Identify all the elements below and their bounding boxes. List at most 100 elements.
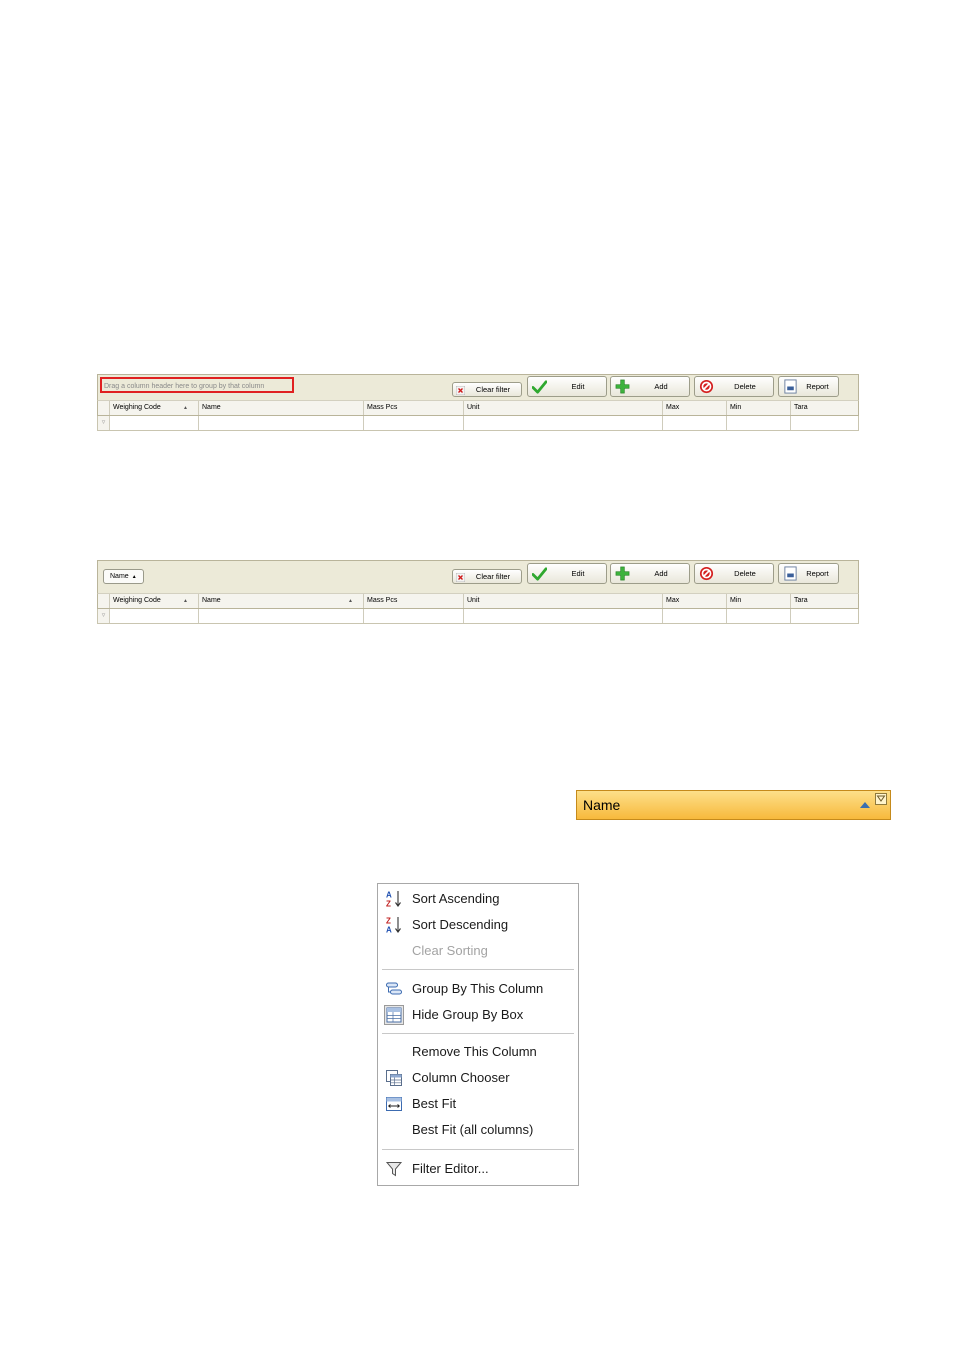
menu-item-hide-group-by-box[interactable]: Hide Group By Box	[379, 1003, 577, 1027]
row-indicator-header	[98, 401, 110, 415]
column-header-min[interactable]: Min	[727, 401, 791, 415]
column-header-label: Min	[730, 404, 742, 411]
filter-cell[interactable]	[464, 416, 663, 430]
sort-ascending-icon	[860, 802, 870, 808]
column-header-unit[interactable]: Unit	[464, 401, 663, 415]
filter-cell[interactable]	[364, 416, 464, 430]
menu-item-clear-sorting[interactable]: Clear Sorting	[379, 939, 577, 963]
menu-item-remove-column[interactable]: Remove This Column	[379, 1040, 577, 1064]
edit-button[interactable]: Edit	[527, 563, 607, 584]
column-header-label: Unit	[467, 404, 480, 411]
filter-cell[interactable]	[364, 609, 464, 623]
column-header-name-highlighted[interactable]: Name	[576, 790, 891, 820]
menu-item-label: Best Fit	[412, 1096, 457, 1111]
filter-row[interactable]: ▿	[97, 609, 859, 624]
column-chooser-icon	[386, 1070, 402, 1086]
menu-separator	[382, 969, 574, 970]
column-header-label: Tara	[794, 404, 808, 411]
grid-toolbar: Name ▲ Clear filter Edit Add Delete Repo…	[97, 560, 859, 593]
svg-text:Z: Z	[386, 900, 391, 909]
grid-panel-bottom: Name ▲ Clear filter Edit Add Delete Repo…	[97, 560, 859, 624]
clear-filter-button[interactable]: Clear filter	[452, 569, 522, 584]
filter-cell[interactable]	[727, 609, 791, 623]
menu-item-label: Filter Editor...	[412, 1161, 489, 1176]
column-header-tara[interactable]: Tara	[791, 594, 858, 608]
menu-item-sort-ascending[interactable]: A Z Sort Ascending	[379, 887, 577, 911]
group-by-chip-name[interactable]: Name ▲	[103, 569, 144, 584]
column-header-mass-pcs[interactable]: Mass Pcs	[364, 594, 464, 608]
column-header-label: Tara	[794, 597, 808, 604]
edit-button[interactable]: Edit	[527, 376, 607, 397]
svg-text:A: A	[386, 926, 392, 935]
add-button[interactable]: Add	[610, 376, 690, 397]
column-header-name[interactable]: Name ▲	[199, 594, 364, 608]
menu-separator	[382, 1149, 574, 1150]
menu-item-filter-editor[interactable]: Filter Editor...	[379, 1157, 577, 1181]
filter-cell[interactable]	[199, 609, 364, 623]
menu-item-best-fit-all[interactable]: Best Fit (all columns)	[379, 1118, 577, 1142]
filter-cell[interactable]	[110, 416, 199, 430]
column-header-label: Name	[583, 797, 621, 813]
filter-cell[interactable]	[110, 609, 199, 623]
add-button[interactable]: Add	[610, 563, 690, 584]
sort-ascending-icon: A Z	[386, 891, 401, 909]
add-label: Add	[654, 382, 668, 391]
delete-button[interactable]: Delete	[694, 376, 774, 397]
grid-panel-top: Drag a column header here to group by th…	[97, 374, 859, 431]
filter-row[interactable]: ▿	[97, 416, 859, 431]
report-label: Report	[806, 569, 829, 578]
filter-cell[interactable]	[464, 609, 663, 623]
filter-cell[interactable]	[727, 416, 791, 430]
svg-text:Z: Z	[386, 917, 391, 926]
report-button[interactable]: Report	[778, 376, 839, 397]
menu-item-group-by-column[interactable]: Group By This Column	[379, 977, 577, 1001]
delete-icon	[699, 566, 714, 581]
row-indicator-header	[98, 594, 110, 608]
column-header-max[interactable]: Max	[663, 594, 727, 608]
sort-ascending-icon: ▲	[348, 598, 353, 604]
column-header-label: Mass Pcs	[367, 597, 398, 604]
column-header-label: Name	[202, 404, 221, 411]
group-chip-label: Name	[110, 573, 129, 580]
column-header-name[interactable]: Name	[199, 401, 364, 415]
column-header-unit[interactable]: Unit	[464, 594, 663, 608]
filter-cell[interactable]	[663, 609, 727, 623]
group-by-box[interactable]: Drag a column header here to group by th…	[100, 377, 294, 393]
plus-icon	[615, 566, 630, 581]
filter-cell[interactable]	[791, 416, 858, 430]
column-context-menu: A Z Sort Ascending Z A Sort Descending C…	[377, 883, 579, 1186]
column-header-weighing-code[interactable]: Weighing Code ▲	[110, 401, 199, 415]
clear-filter-icon	[456, 386, 465, 395]
filter-cell[interactable]	[199, 416, 364, 430]
column-header-label: Unit	[467, 597, 480, 604]
edit-label: Edit	[571, 382, 585, 391]
menu-item-sort-descending[interactable]: Z A Sort Descending	[379, 913, 577, 937]
clear-filter-button[interactable]: Clear filter	[452, 382, 522, 397]
column-header-label: Max	[666, 597, 680, 604]
menu-item-best-fit[interactable]: Best Fit	[379, 1092, 577, 1116]
report-icon	[784, 566, 797, 581]
menu-item-column-chooser[interactable]: Column Chooser	[379, 1066, 577, 1090]
menu-item-label: Clear Sorting	[412, 943, 488, 958]
clear-filter-label: Clear filter	[475, 572, 511, 581]
report-label: Report	[806, 382, 829, 391]
filter-dropdown-icon[interactable]	[875, 793, 887, 805]
sort-ascending-icon: ▲	[131, 574, 137, 580]
column-header-min[interactable]: Min	[727, 594, 791, 608]
menu-item-label: Sort Ascending	[412, 891, 500, 906]
delete-label: Delete	[734, 569, 756, 578]
menu-item-label: Remove This Column	[412, 1044, 537, 1059]
report-button[interactable]: Report	[778, 563, 839, 584]
column-header-tara[interactable]: Tara	[791, 401, 858, 415]
clear-filter-label: Clear filter	[475, 385, 511, 394]
column-header-label: Max	[666, 404, 680, 411]
filter-cell[interactable]	[663, 416, 727, 430]
filter-row-icon: ▿	[98, 416, 110, 430]
clear-filter-icon	[456, 573, 465, 582]
column-header-mass-pcs[interactable]: Mass Pcs	[364, 401, 464, 415]
column-header-max[interactable]: Max	[663, 401, 727, 415]
column-header-weighing-code[interactable]: Weighing Code ▲	[110, 594, 199, 608]
delete-button[interactable]: Delete	[694, 563, 774, 584]
filter-cell[interactable]	[791, 609, 858, 623]
delete-icon	[699, 379, 714, 394]
